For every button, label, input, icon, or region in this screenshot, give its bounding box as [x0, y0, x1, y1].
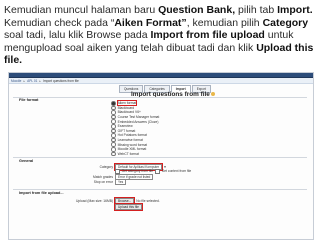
instruction-part: soal tadi, lalu klik Browse pada — [4, 29, 151, 42]
no-file-text: No file selected. — [136, 199, 160, 203]
instruction-bold: Import. — [277, 4, 313, 16]
upload-row: Upload (Max size: 16MB) Browse... No fil… — [61, 196, 160, 206]
slide: Kemudian muncul halaman baru Question Ba… — [0, 0, 320, 240]
radio-icon[interactable] — [111, 151, 116, 157]
stop-on-error-label: Stop on error — [93, 180, 113, 184]
format-option[interactable]: WebCT format — [111, 151, 159, 157]
breadcrumb-separator: ▸ — [23, 78, 26, 83]
instruction-part: pilih tab — [235, 4, 278, 16]
breadcrumb-separator: ▸ — [39, 78, 42, 83]
format-label: GIFT format — [117, 128, 136, 133]
help-icon[interactable] — [210, 92, 215, 97]
format-label: Missing word format — [117, 142, 148, 147]
instruction-bold: Import from file upload — [150, 29, 265, 42]
format-label: Moodle XML format — [117, 147, 147, 152]
get-context-checkbox[interactable] — [155, 169, 160, 174]
instruction-part: , kemudian pilih — [186, 16, 263, 29]
format-label: Blackboard V6+ — [117, 110, 141, 115]
stop-on-error-row: Stop on error Yes — [79, 179, 127, 185]
instruction-bold: Question Bank, — [158, 4, 236, 16]
format-label: Embedded Answers (Cloze) — [117, 119, 159, 124]
instruction-text: Kemudian muncul halaman baru Question Ba… — [4, 4, 316, 67]
submit-row: Upload this file — [113, 202, 144, 212]
import-upload-legend: Import from file upload... — [19, 191, 64, 195]
breadcrumb-item-course[interactable]: APL 01 — [27, 79, 37, 83]
format-label: Aiken format — [116, 99, 138, 107]
format-label: Hot Potatoes format — [117, 133, 147, 138]
category-label: Category — [99, 165, 113, 169]
get-category-label: Get category from file — [121, 169, 154, 174]
general-legend: General — [19, 159, 34, 163]
file-format-options: Aiken format Blackboard Blackboard V6+ C… — [111, 99, 160, 157]
instruction-bold: Category — [262, 16, 309, 29]
instruction-bold: Aiken Format” — [114, 16, 187, 29]
get-category-row: Get category from file Get context from … — [115, 169, 191, 174]
radio-icon[interactable] — [111, 101, 116, 106]
file-format-legend: File format — [19, 98, 39, 102]
instruction-part: Kemudian check pada “ — [4, 16, 115, 29]
radio-icon[interactable] — [111, 123, 116, 129]
breadcrumb-item-current: Import questions from file — [43, 78, 79, 83]
stop-on-error-select[interactable]: Yes — [115, 179, 127, 185]
divider — [13, 97, 307, 98]
moodle-screenshot: Moodle ▸ APL 01 ▸ Import questions from … — [8, 72, 314, 240]
format-option[interactable]: Embedded Answers (Cloze) — [111, 119, 159, 124]
upload-this-file-button[interactable]: Upload this file — [113, 202, 144, 212]
get-context-label: Get context from file — [161, 169, 192, 174]
get-category-checkbox[interactable] — [115, 169, 120, 174]
instruction-part: Kemudian muncul halaman baru — [4, 4, 159, 16]
radio-icon[interactable] — [111, 146, 116, 152]
divider — [13, 157, 307, 158]
divider — [13, 189, 307, 190]
format-option[interactable]: Course Test Manager format — [111, 114, 160, 120]
format-label: Examview — [117, 124, 133, 129]
format-label: Course Test Manager format — [117, 115, 160, 120]
upload-label: Upload (Max size: 16MB) — [75, 199, 113, 203]
format-label: Learnwise format — [117, 138, 143, 143]
format-label: Blackboard — [117, 105, 135, 110]
format-label: WebCT format — [117, 151, 139, 156]
breadcrumb-item-home[interactable]: Moodle — [11, 79, 21, 83]
breadcrumb: Moodle ▸ APL 01 ▸ Import questions from … — [9, 78, 313, 84]
